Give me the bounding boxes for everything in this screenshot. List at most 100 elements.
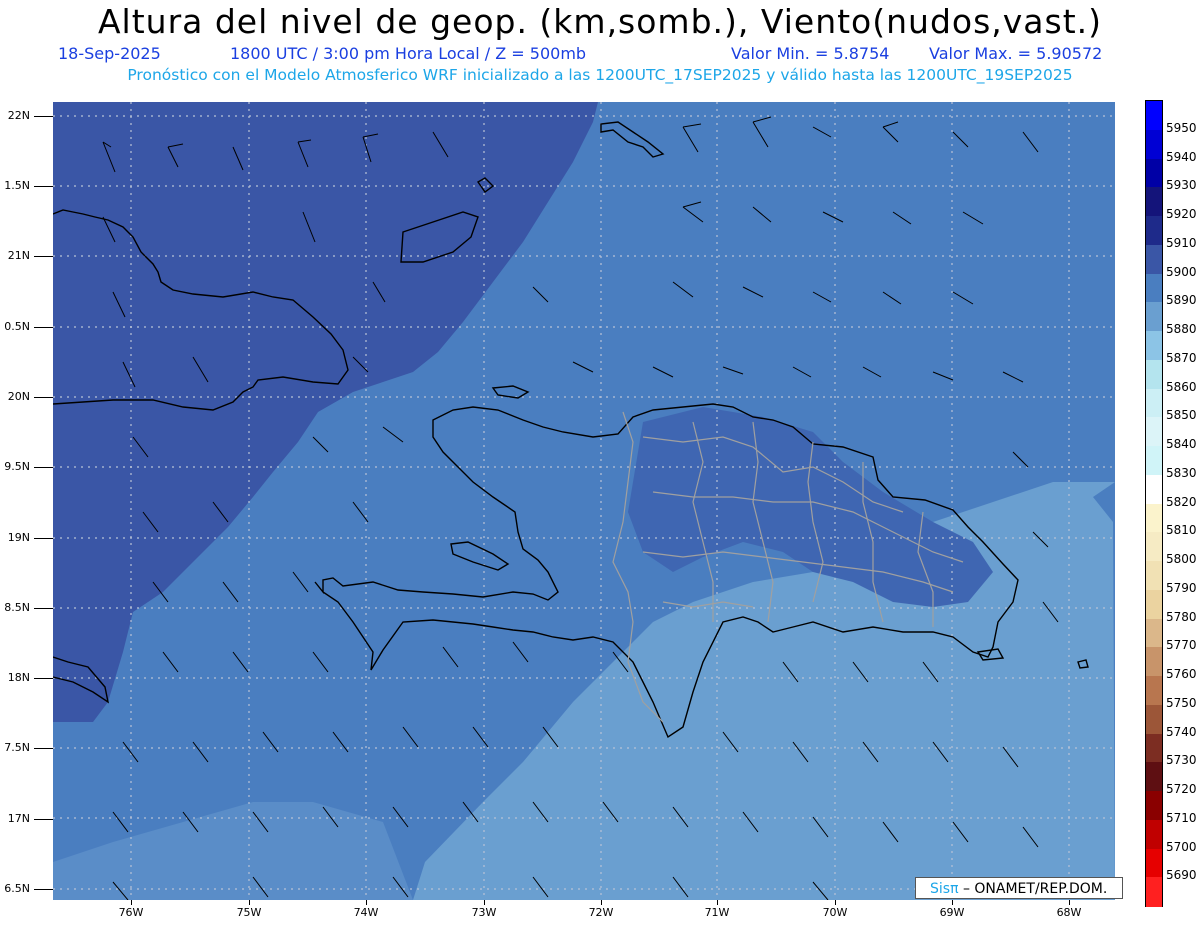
color-scale-label: 5730 <box>1166 753 1197 768</box>
lat-label: 17N <box>7 812 30 825</box>
credit-box: Sisπ – ONAMET/REP.DOM. <box>915 877 1123 899</box>
lat-label: 1.5N <box>4 179 30 192</box>
lat-tick <box>34 467 53 468</box>
color-scale-segment <box>1146 791 1162 821</box>
color-scale-segment <box>1146 647 1162 677</box>
onamet-credit: – ONAMET/REP.DOM. <box>962 881 1108 897</box>
min-value: Valor Min. = 5.8754 <box>731 44 890 63</box>
model-info: Pronóstico con el Modelo Atmosferico WRF… <box>127 66 1073 84</box>
lat-label: 0.5N <box>4 320 30 333</box>
lon-label: 68W <box>1056 906 1082 919</box>
color-scale-segment <box>1146 877 1162 907</box>
lon-label: 73W <box>471 906 497 919</box>
lon-tick <box>952 900 953 905</box>
color-scale-label: 5940 <box>1166 149 1197 164</box>
color-scale-label: 5850 <box>1166 408 1197 423</box>
lat-label: 9.5N <box>4 460 30 473</box>
color-scale-label: 5860 <box>1166 379 1197 394</box>
sispi-logo-text: Sisπ <box>930 881 959 897</box>
max-value: Valor Max. = 5.90572 <box>929 44 1103 63</box>
subtitle-line: 18-Sep-2025 1800 UTC / 3:00 pm Hora Loca… <box>0 44 1200 66</box>
map-panel <box>53 102 1115 900</box>
lat-label: 20N <box>7 390 30 403</box>
color-scale-segment <box>1146 848 1162 878</box>
color-scale-segment <box>1146 302 1162 332</box>
color-scale-segment <box>1146 561 1162 591</box>
forecast-date: 18-Sep-2025 <box>58 44 161 63</box>
color-scale-label: 5870 <box>1166 350 1197 365</box>
lat-tick <box>34 538 53 539</box>
color-scale-label: 5760 <box>1166 667 1197 681</box>
color-scale-label: 5930 <box>1166 178 1197 193</box>
color-scale-segment <box>1146 589 1162 619</box>
color-scale-label: 5910 <box>1166 235 1197 250</box>
color-scale-label: 5750 <box>1166 695 1197 710</box>
color-scale-label: 5890 <box>1166 293 1197 308</box>
color-scale-segment <box>1146 474 1162 504</box>
lat-label: 6.5N <box>4 882 30 895</box>
lat-tick <box>34 678 53 679</box>
color-scale-label: 5820 <box>1166 494 1197 509</box>
color-scale-segment <box>1146 503 1162 533</box>
color-scale-segment <box>1146 819 1162 849</box>
color-scale-segment <box>1146 676 1162 706</box>
color-scale-segment <box>1146 187 1162 217</box>
lat-label: 7.5N <box>4 741 30 754</box>
lon-tick <box>717 900 718 905</box>
color-scale-label: 5900 <box>1166 264 1197 279</box>
color-scale-label: 5880 <box>1166 322 1197 336</box>
lon-label: 75W <box>236 906 262 919</box>
color-scale-segment <box>1146 446 1162 476</box>
lat-label: 8.5N <box>4 601 30 614</box>
color-scale-segment <box>1146 417 1162 447</box>
lon-label: 74W <box>353 906 379 919</box>
lon-label: 76W <box>118 906 144 919</box>
lon-label: 69W <box>939 906 965 919</box>
color-scale-segment <box>1146 158 1162 188</box>
color-scale-bar <box>1145 100 1163 907</box>
lat-label: 19N <box>7 531 30 544</box>
color-scale-segment <box>1146 359 1162 389</box>
lat-tick <box>34 186 53 187</box>
color-scale-label: 5710 <box>1166 810 1197 825</box>
lon-tick <box>835 900 836 905</box>
lon-label: 72W <box>588 906 614 919</box>
lat-tick <box>34 889 53 890</box>
lat-tick <box>34 116 53 117</box>
lon-tick <box>601 900 602 905</box>
color-scale-label: 5720 <box>1166 782 1197 796</box>
lon-label: 71W <box>704 906 730 919</box>
forecast-time-level: 1800 UTC / 3:00 pm Hora Local / Z = 500m… <box>230 44 587 63</box>
color-scale-segment <box>1146 244 1162 274</box>
color-scale-label: 5770 <box>1166 638 1197 653</box>
color-scale-label: 5700 <box>1166 839 1197 854</box>
color-scale-segment <box>1146 618 1162 648</box>
color-scale-segment <box>1146 388 1162 418</box>
color-scale-label: 5810 <box>1166 523 1197 538</box>
map-canvas <box>53 102 1115 900</box>
color-scale-label: 5740 <box>1166 724 1197 739</box>
color-scale-segment <box>1146 733 1162 763</box>
color-scale-label: 5950 <box>1166 120 1197 135</box>
lon-tick <box>1069 900 1070 905</box>
lon-label: 70W <box>822 906 848 919</box>
color-scale-segment <box>1146 331 1162 361</box>
lat-tick <box>34 397 53 398</box>
color-scale-label: 5790 <box>1166 580 1197 595</box>
color-scale-label: 5840 <box>1166 437 1197 451</box>
color-scale-label: 5690 <box>1166 868 1197 883</box>
color-scale-segment <box>1146 762 1162 792</box>
color-scale-segment <box>1146 101 1162 131</box>
color-scale-segment <box>1146 273 1162 303</box>
color-scale-label: 5780 <box>1166 609 1197 624</box>
lat-tick <box>34 748 53 749</box>
map-title: Altura del nivel de geop. (km,somb.), Vi… <box>97 2 1103 41</box>
color-scale-segment <box>1146 532 1162 562</box>
lat-tick <box>34 608 53 609</box>
lon-tick <box>366 900 367 905</box>
color-scale-label: 5830 <box>1166 465 1197 480</box>
lat-label: 21N <box>7 249 30 262</box>
color-scale-label: 5920 <box>1166 207 1197 221</box>
color-scale-segment <box>1146 216 1162 246</box>
color-scale-segment <box>1146 129 1162 159</box>
